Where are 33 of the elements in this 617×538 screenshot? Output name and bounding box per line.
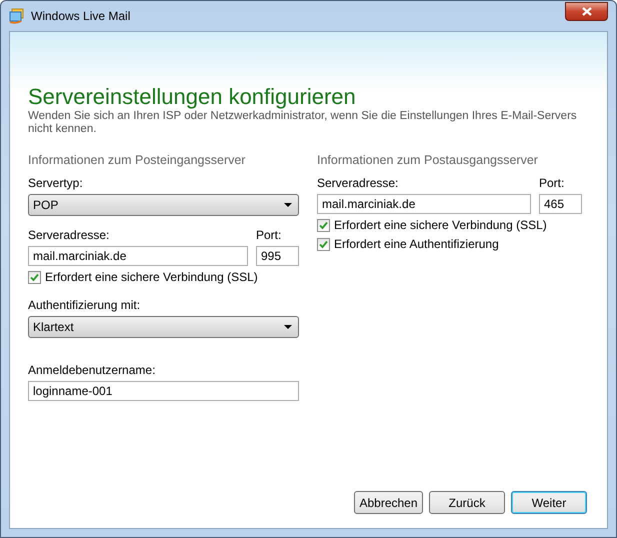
checkbox-label[interactable]: Erfordert eine Authentifizierung: [334, 237, 499, 251]
dropdown-arrow-icon: [284, 325, 292, 329]
window-title: Windows Live Mail: [31, 9, 132, 23]
checkbox-label[interactable]: Erfordert eine sichere Verbindung (SSL): [45, 270, 258, 284]
username-field[interactable]: loginname-001: [28, 381, 299, 401]
field-label: Anmeldebenutzername:: [28, 363, 156, 377]
section-title: Informationen zum Postausgangsserver: [317, 153, 539, 167]
checkbox[interactable]: [317, 238, 330, 250]
server-address-field[interactable]: mail.marciniak.de: [317, 194, 531, 214]
field-label: Serveradresse:: [317, 176, 400, 190]
page-heading: Servereinstellungen konfigurieren: [28, 84, 357, 110]
checkbox-label[interactable]: Erfordert eine sichere Verbindung (SSL): [334, 218, 547, 232]
section-title: Informationen zum Posteingangsserver: [28, 153, 246, 167]
dropdown-arrow-icon: [284, 203, 292, 207]
port-field[interactable]: 465: [539, 194, 582, 214]
field-label: Authentifizierung mit:: [28, 298, 142, 312]
authentication-dropdown[interactable]: Klartext: [28, 316, 299, 338]
close-icon: [582, 7, 592, 16]
port-field[interactable]: 995: [256, 246, 299, 266]
field-label: Serveradresse:: [28, 228, 110, 242]
server-address-field[interactable]: mail.marciniak.de: [28, 246, 248, 266]
checkbox[interactable]: [317, 218, 330, 232]
dialog-button[interactable]: Weiter: [511, 491, 587, 514]
server-type-dropdown[interactable]: POP: [28, 194, 299, 216]
field-label: Servertyp:: [28, 176, 84, 190]
close-button[interactable]: [565, 2, 608, 21]
checkbox[interactable]: [28, 270, 41, 284]
dialog-button[interactable]: Abbrechen: [354, 491, 423, 514]
field-label: Port:: [256, 228, 282, 242]
mail-app-icon: [9, 8, 25, 24]
dialog-button[interactable]: Zurück: [429, 491, 505, 514]
field-label: Port:: [539, 176, 566, 190]
description-text: Wenden Sie sich an Ihren ISP oder Netzwerkadministrator, wenn Sie die Einstellungen Ihres E-Mail-Servers nicht kennen.: [28, 110, 578, 136]
